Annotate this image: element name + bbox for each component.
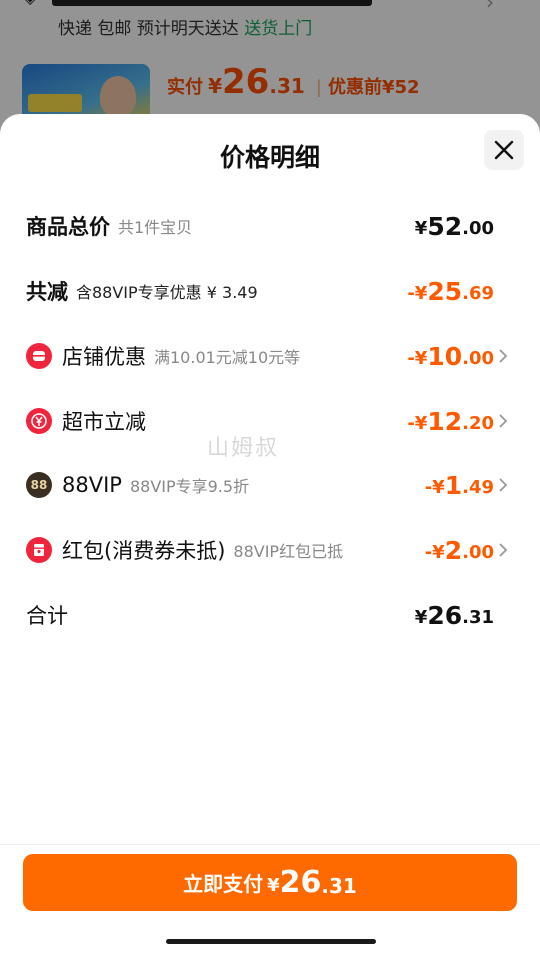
price-detail-sheet: 价格明细 山姆叔 商品总价 共1件宝贝 ¥52.00 共减 含88VIP专享优惠…: [0, 114, 540, 954]
shop-coupon-icon: [26, 343, 52, 369]
row-label: 超市立减: [62, 410, 146, 434]
row-supermarket-discount[interactable]: 超市立减 -¥ 12.20: [26, 404, 516, 438]
yuan-discount-icon: [26, 408, 52, 434]
amount-int: 25: [427, 277, 463, 306]
row-amount: -¥ 25.69: [407, 274, 494, 308]
row-88vip[interactable]: 88 88VIP 88VIP专享9.5折 -¥ 1.49: [26, 468, 516, 502]
row-amount: -¥ 12.20: [407, 404, 494, 438]
chevron-right-icon: [499, 349, 508, 363]
row-total-discount: 共减 含88VIP专享优惠 ¥ 3.49 -¥ 25.69: [26, 274, 516, 308]
row-amount: ¥26.31: [415, 598, 494, 632]
row-label: 店铺优惠: [62, 345, 146, 369]
amount-currency: -¥: [407, 413, 428, 434]
chevron-right-icon: [499, 543, 508, 557]
row-red-packet[interactable]: 红包(消费券未抵) 88VIP红包已抵 -¥ 2.00: [26, 533, 516, 567]
pay-button-label: 立即支付: [183, 872, 264, 896]
chevron-right-icon: [499, 414, 508, 428]
amount-dec: .49: [462, 477, 494, 498]
amount-int: 2: [444, 536, 463, 565]
row-label: 合计: [26, 604, 68, 628]
row-amount: -¥ 10.00: [407, 339, 494, 373]
amount-int: 10: [427, 342, 463, 371]
amount-currency: -¥: [407, 283, 428, 304]
amount-currency: -¥: [424, 477, 445, 498]
footer-divider: [0, 844, 540, 845]
row-amount: -¥ 2.00: [425, 533, 494, 567]
row-grand-total: 合计 ¥26.31: [26, 598, 516, 632]
amount-currency: ¥: [414, 607, 428, 628]
amount-dec: .31: [462, 607, 494, 628]
amount-dec: .00: [462, 542, 494, 563]
close-icon: [494, 140, 514, 160]
vip-88-icon: 88: [26, 472, 52, 498]
row-label: 共减: [26, 280, 68, 304]
close-button[interactable]: [484, 130, 524, 170]
row-sublabel: 共1件宝贝: [118, 218, 193, 237]
pay-amount-int: 26: [279, 865, 322, 900]
chevron-right-icon: [499, 478, 508, 492]
amount-currency: ¥: [414, 218, 428, 239]
amount-int: 12: [427, 407, 463, 436]
row-sublabel: 满10.01元减10元等: [154, 348, 301, 367]
amount-dec: .20: [462, 413, 494, 434]
amount-dec: .00: [462, 218, 494, 239]
amount-dec: .00: [462, 348, 494, 369]
row-label: 红包(消费券未抵): [62, 539, 226, 563]
amount-currency: -¥: [407, 348, 428, 369]
row-total-goods: 商品总价 共1件宝贝 ¥52.00: [26, 209, 516, 243]
home-indicator[interactable]: [166, 939, 376, 944]
row-label: 88VIP: [62, 473, 122, 497]
row-label: 商品总价: [26, 215, 110, 239]
amount-dec: .69: [462, 283, 494, 304]
pay-now-button[interactable]: 立即支付 ¥26.31: [23, 854, 517, 911]
row-shop-discount[interactable]: 店铺优惠 满10.01元减10元等 -¥ 10.00: [26, 339, 516, 373]
pay-amount-dec: .31: [321, 873, 357, 898]
row-sublabel: 88VIP专享9.5折: [129, 477, 250, 496]
row-sublabel: 含88VIP专享优惠 ¥ 3.49: [76, 283, 258, 302]
vip-badge-text: 88: [30, 478, 48, 492]
row-sublabel: 88VIP红包已抵: [233, 542, 344, 561]
row-amount: ¥52.00: [415, 209, 494, 243]
row-amount: -¥ 1.49: [425, 468, 494, 502]
amount-currency: -¥: [424, 542, 445, 563]
red-packet-icon: [26, 537, 52, 563]
amount-int: 1: [444, 471, 463, 500]
pay-currency: ¥: [267, 875, 280, 896]
amount-int: 52: [427, 212, 463, 241]
amount-int: 26: [427, 601, 463, 630]
sheet-title: 价格明细: [219, 143, 320, 172]
